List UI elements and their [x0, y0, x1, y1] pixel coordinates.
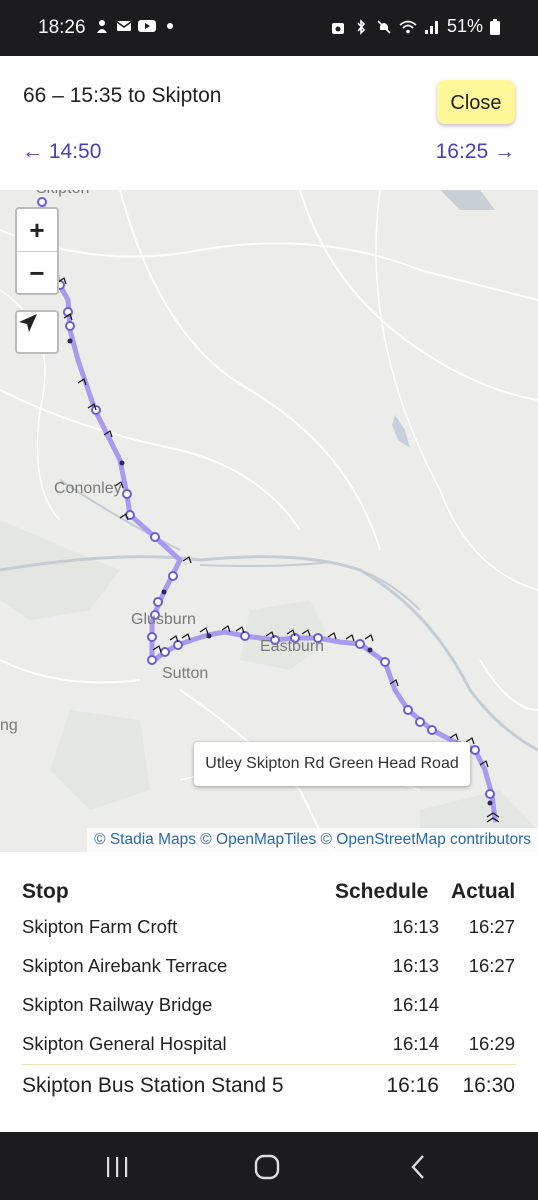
column-header-actual: Actual	[451, 880, 516, 903]
bag-icon	[331, 22, 344, 34]
recents-icon[interactable]	[102, 1152, 132, 1182]
actual-time: 16:27	[468, 916, 515, 937]
place-label-sutton: Sutton	[162, 665, 209, 682]
zoom-out-button[interactable]: −	[17, 252, 57, 294]
stop-markers[interactable]	[37, 197, 495, 799]
mute-icon	[377, 19, 391, 34]
back-icon[interactable]	[404, 1152, 434, 1182]
scheduled-time: 16:16	[386, 1074, 439, 1097]
battery-icon	[490, 18, 500, 35]
table-row: Skipton Bus Station Stand 5 16:16 16:30	[0, 1066, 538, 1102]
table-row: Skipton General Hospital 16:14 16:29	[0, 1025, 538, 1061]
stop-name: Skipton Railway Bridge	[22, 994, 213, 1015]
battery-level: 51%	[446, 16, 483, 36]
status-time: 18:26	[38, 17, 86, 38]
mail-icon	[116, 21, 132, 31]
stop-tooltip: Utley Skipton Rd Green Head Road	[194, 742, 470, 786]
youtube-icon	[138, 20, 156, 32]
notification-icon	[97, 20, 107, 33]
zoom-in-button[interactable]: +	[17, 209, 57, 252]
bluetooth-icon	[357, 18, 366, 35]
scheduled-time: 16:13	[392, 916, 439, 937]
locate-arrow-icon	[19, 314, 37, 332]
scheduled-time: 16:14	[392, 1033, 439, 1054]
scheduled-time: 16:13	[392, 955, 439, 976]
zoom-control: + −	[15, 207, 59, 295]
table-row: Skipton Railway Bridge 16:14	[0, 986, 538, 1022]
stop-name: Skipton Airebank Terrace	[22, 955, 228, 976]
place-label-eastburn: Eastburn	[260, 638, 325, 655]
place-label-glusburn: Glusburn	[131, 611, 196, 628]
stops-table: Stop Schedule Actual Skipton Farm Croft …	[0, 852, 538, 1132]
table-row: Skipton Farm Croft 16:13 16:27	[0, 908, 538, 944]
stop-name: Skipton Bus Station Stand 5	[22, 1074, 284, 1097]
stop-name: Skipton Farm Croft	[22, 916, 178, 937]
status-bar: 18:26 51%	[0, 0, 538, 56]
column-header-stop: Stop	[22, 880, 69, 903]
scheduled-time: 16:14	[392, 994, 439, 1015]
home-icon[interactable]	[252, 1152, 282, 1182]
signal-icon	[424, 20, 438, 34]
row-divider	[22, 1064, 516, 1065]
route-map[interactable]: Skipton Cononley Glusburn Sutton Eastbur…	[0, 190, 538, 852]
place-label-edge: ng	[0, 717, 18, 734]
wifi-icon	[399, 20, 417, 33]
table-row: Skipton Airebank Terrace 16:13 16:27	[0, 947, 538, 983]
actual-time: 16:29	[468, 1033, 515, 1054]
previous-trip-link[interactable]: ← 14:50	[22, 140, 101, 164]
column-header-schedule: Schedule	[335, 880, 429, 903]
close-button[interactable]: Close	[437, 80, 515, 124]
next-trip-link[interactable]: 16:25 →	[436, 140, 515, 164]
place-label-skipton: Skipton	[36, 190, 89, 198]
map-attribution[interactable]: © Stadia Maps © OpenMapTiles © OpenStree…	[87, 828, 538, 852]
dot-icon	[167, 23, 173, 29]
locate-button[interactable]	[15, 310, 59, 354]
place-label-cononley: Cononley	[54, 480, 122, 497]
actual-time: 16:30	[462, 1074, 515, 1097]
trip-header: 66 – 15:35 to Skipton Close ← 14:50 16:2…	[0, 56, 538, 190]
system-nav-bar	[0, 1132, 538, 1200]
stop-name: Skipton General Hospital	[22, 1033, 227, 1054]
actual-time: 16:27	[468, 955, 515, 976]
page-title: 66 – 15:35 to Skipton	[23, 84, 222, 107]
